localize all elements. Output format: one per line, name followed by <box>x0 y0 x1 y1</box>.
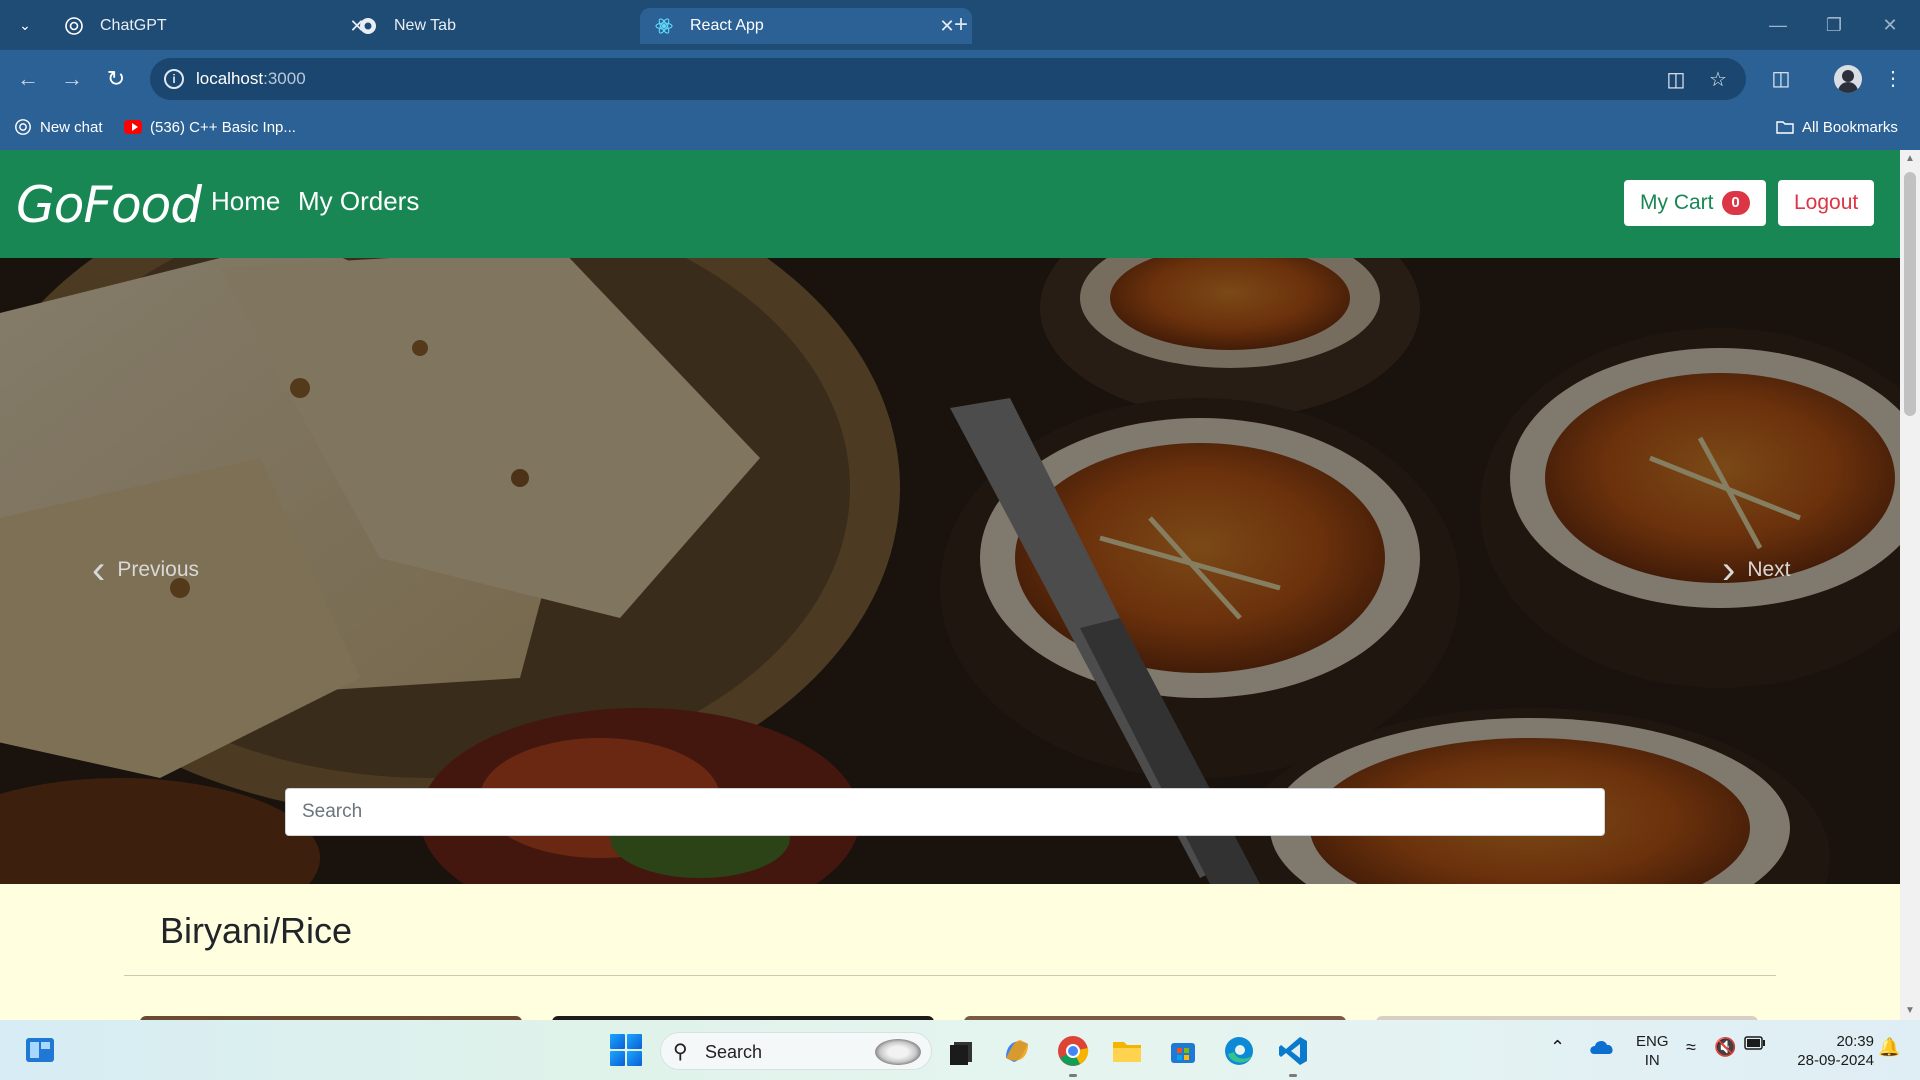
microsoft-store-icon[interactable] <box>1166 1034 1200 1068</box>
brand-logo[interactable]: GoFood <box>16 176 202 234</box>
bookmark-new-chat[interactable]: New chat <box>14 118 103 136</box>
speaker-muted-icon[interactable]: 🔇 <box>1714 1038 1736 1057</box>
wifi-icon[interactable]: ≈ <box>1686 1038 1696 1057</box>
category-divider <box>124 975 1776 976</box>
cart-label: My Cart <box>1640 191 1714 214</box>
scroll-down-arrow-icon[interactable]: ▼ <box>1905 1006 1915 1016</box>
chrome-icon <box>360 18 376 34</box>
tab-search-chevron-icon[interactable]: ⌄ <box>14 14 36 36</box>
next-label: Next <box>1747 558 1791 581</box>
previous-label: Previous <box>117 558 200 581</box>
reload-icon[interactable]: ↻ <box>100 63 132 95</box>
carousel-next-button[interactable]: › Next <box>1722 550 1791 590</box>
tab-new-tab[interactable]: New Tab ✕ <box>344 8 676 44</box>
task-view-icon[interactable] <box>944 1034 978 1068</box>
clock-time: 20:39 <box>1836 1033 1874 1050</box>
browser-toolbar: ← → ↻ i localhost:3000 ◫ ☆ ◫ ⋮ <box>0 50 1920 108</box>
browser-tab-strip: ⌄ ChatGPT ✕ New Tab ✕ React App ✕ + — ❐ … <box>0 0 1920 50</box>
site-info-icon[interactable]: i <box>164 69 184 89</box>
tab-title: New Tab <box>394 17 456 34</box>
logout-button[interactable]: Logout <box>1778 180 1875 226</box>
bookmark-youtube-cpp[interactable]: (536) C++ Basic Inp... <box>124 118 296 136</box>
taskbar-search[interactable]: ⚲ Search <box>660 1032 932 1070</box>
vscode-icon[interactable] <box>1276 1034 1310 1068</box>
page-viewport: GoFood Home My Orders My Cart 0 Logout ‹… <box>0 150 1920 1020</box>
nav-link-my-orders[interactable]: My Orders <box>298 186 419 217</box>
windows-start-icon[interactable] <box>610 1034 642 1066</box>
url-text[interactable]: localhost:3000 <box>196 69 306 89</box>
tab-title: ChatGPT <box>100 17 167 34</box>
back-arrow-icon[interactable]: ← <box>12 63 44 95</box>
install-app-icon[interactable]: ◫ <box>1664 68 1688 92</box>
new-tab-plus-icon[interactable]: + <box>948 12 974 38</box>
my-cart-button[interactable]: My Cart 0 <box>1624 180 1766 226</box>
widgets-icon[interactable] <box>24 1034 58 1068</box>
clock[interactable]: 20:39 28-09-2024 <box>1784 1032 1874 1070</box>
search-icon: ⚲ <box>673 1041 688 1063</box>
all-bookmarks-label: All Bookmarks <box>1802 118 1898 136</box>
react-icon <box>655 18 673 34</box>
menu-kebab-icon[interactable]: ⋮ <box>1878 64 1908 94</box>
scroll-up-arrow-icon[interactable]: ▲ <box>1905 154 1915 164</box>
taskbar-search-label: Search <box>705 1042 763 1062</box>
tab-title: React App <box>690 17 764 34</box>
page-scrollbar[interactable]: ▲ ▼ <box>1900 150 1920 1020</box>
nav-link-home[interactable]: Home <box>211 186 280 217</box>
bookmark-star-icon[interactable]: ☆ <box>1706 68 1730 92</box>
folder-icon <box>1776 118 1794 136</box>
vscode-running-indicator <box>1289 1074 1297 1077</box>
onedrive-icon[interactable] <box>1588 1036 1622 1070</box>
tab-chatgpt[interactable]: ChatGPT ✕ <box>50 8 382 44</box>
restore-icon[interactable]: ❐ <box>1814 10 1854 40</box>
chevron-left-icon: ‹ <box>92 548 106 592</box>
edge-icon[interactable] <box>1222 1034 1256 1068</box>
food-search-input[interactable] <box>285 788 1605 836</box>
file-explorer-icon[interactable] <box>1110 1034 1144 1068</box>
chatgpt-icon <box>65 17 83 35</box>
forward-arrow-icon[interactable]: → <box>56 63 88 95</box>
chrome-running-indicator <box>1069 1074 1077 1077</box>
region-code: IN <box>1644 1052 1660 1069</box>
window-close-icon[interactable]: ✕ <box>1870 10 1910 40</box>
notification-bell-icon[interactable]: 🔔 <box>1878 1038 1900 1057</box>
bookmark-label: (536) C++ Basic Inp... <box>150 118 296 136</box>
hero-carousel: ‹ Previous › Next <box>0 258 1900 884</box>
chrome-taskbar-icon[interactable] <box>1056 1034 1090 1068</box>
chatgpt-icon <box>14 118 32 136</box>
clock-date: 28-09-2024 <box>1797 1052 1874 1069</box>
chevron-right-icon: › <box>1722 548 1736 592</box>
category-heading: Biryani/Rice <box>160 910 353 951</box>
battery-icon[interactable] <box>1744 1036 1766 1055</box>
bookmark-label: New chat <box>40 118 103 136</box>
youtube-icon <box>124 118 142 136</box>
search-highlight-art <box>875 1039 921 1065</box>
input-language[interactable]: ENG IN <box>1636 1032 1669 1070</box>
copilot-icon[interactable] <box>1000 1034 1034 1068</box>
show-hidden-icons-chevron-icon[interactable]: ⌃ <box>1550 1038 1565 1057</box>
carousel-previous-button[interactable]: ‹ Previous <box>92 550 199 590</box>
scroll-thumb[interactable] <box>1904 172 1916 416</box>
url-host: localhost <box>196 69 264 88</box>
profile-avatar[interactable] <box>1834 65 1862 93</box>
extensions-puzzle-icon[interactable]: ◫ <box>1766 64 1796 94</box>
language-code: ENG <box>1636 1033 1669 1050</box>
minimize-icon[interactable]: — <box>1758 10 1798 40</box>
windows-taskbar: ⚲ Search ⌃ ENG IN ≈ 🔇 20:39 28-09-2024 🔔 <box>0 1020 1920 1080</box>
address-bar[interactable]: i localhost:3000 ◫ ☆ <box>150 58 1746 100</box>
cart-count-badge: 0 <box>1721 191 1750 215</box>
site-navbar: GoFood Home My Orders My Cart 0 Logout <box>0 150 1900 258</box>
bookmarks-bar: New chat (536) C++ Basic Inp... All Book… <box>0 108 1920 150</box>
url-port: :3000 <box>263 69 306 88</box>
all-bookmarks[interactable]: All Bookmarks <box>1776 118 1898 136</box>
tab-react-app[interactable]: React App ✕ <box>640 8 972 44</box>
